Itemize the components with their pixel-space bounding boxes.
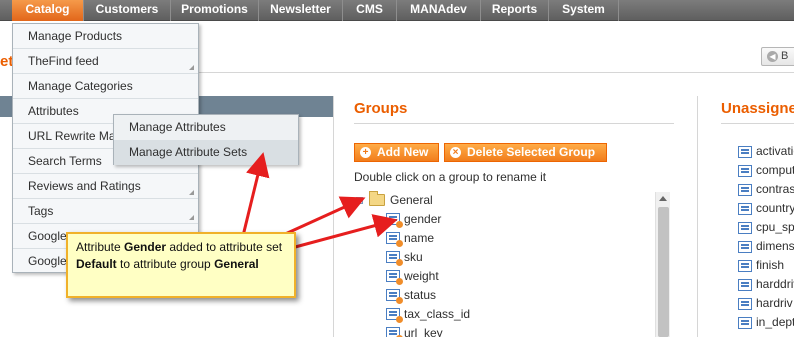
attribute-label: gender (404, 212, 442, 226)
add-new-group-button[interactable]: + Add New (354, 143, 439, 162)
plus-icon: + (360, 147, 371, 158)
nav-customers[interactable]: Customers (84, 0, 171, 21)
attribute-label: tax_class_id (404, 307, 471, 321)
back-button-label: B (781, 50, 789, 62)
nav-system[interactable]: System (549, 0, 619, 21)
unassigned-label: country (756, 201, 794, 215)
attribute-icon (386, 251, 403, 266)
attribute-icon (738, 222, 752, 234)
unassigned-label: finish (756, 258, 785, 272)
attribute-icon (386, 270, 403, 285)
rename-hint: Double click on a group to rename it (354, 170, 547, 184)
add-new-label: Add New (377, 145, 429, 159)
attribute-icon (738, 317, 752, 329)
submenu-arrow-icon (189, 215, 194, 220)
menu-item-label: TheFind feed (28, 54, 99, 68)
delete-icon: × (450, 147, 461, 158)
attribute-icon (738, 279, 752, 291)
callout-group: General (214, 257, 259, 271)
header-separator (198, 72, 794, 73)
attribute-label: status (404, 288, 437, 302)
back-arrow-icon: ◀ (767, 50, 778, 62)
groups-title: Groups (354, 100, 408, 117)
menu-item-reviews-ratings[interactable]: Reviews and Ratings (13, 174, 198, 199)
folder-icon (369, 191, 385, 206)
attribute-icon (386, 213, 403, 228)
nav-cms[interactable]: CMS (343, 0, 397, 21)
unassigned-label: cpu_sp (756, 220, 794, 234)
callout-attribute: Gender (124, 240, 167, 254)
delete-selected-group-button[interactable]: × Delete Selected Group (444, 143, 607, 162)
attribute-label: name (404, 231, 435, 245)
scroll-thumb[interactable] (658, 207, 669, 337)
attribute-group-tree: − General gender name sku weight status … (354, 189, 674, 337)
attribute-icon (738, 203, 752, 215)
unassigned-label: compute (756, 163, 794, 177)
unassigned-rule (721, 123, 794, 124)
nav-newsletter[interactable]: Newsletter (259, 0, 343, 21)
arrow-to-attribute-sets (240, 152, 270, 241)
scroll-up-icon[interactable] (659, 196, 667, 201)
unassigned-label: dimens (756, 239, 794, 253)
menu-item-label: Reviews and Ratings (28, 179, 141, 193)
attribute-icon (386, 327, 403, 337)
attribute-icon (738, 260, 752, 272)
nav-catalog[interactable]: Catalog (12, 0, 84, 21)
annotation-callout: Attribute Gender added to attribute set … (66, 232, 296, 298)
unassigned-label: in_dept (756, 315, 794, 329)
unassigned-title: Unassigne (721, 100, 794, 117)
group-label: General (390, 193, 433, 207)
menu-item-manage-categories[interactable]: Manage Categories (13, 74, 198, 99)
unassigned-label: contras (756, 182, 794, 196)
nav-manadev[interactable]: MANAdev (397, 0, 481, 21)
menu-item-tags[interactable]: Tags (13, 199, 198, 224)
attribute-icon (738, 165, 752, 177)
attribute-label: url_key (404, 326, 443, 337)
column-divider (333, 96, 334, 337)
column-divider (697, 96, 698, 337)
unassigned-label: hardriv (756, 296, 793, 310)
callout-text: to attribute group (116, 257, 215, 271)
attribute-icon (386, 308, 403, 323)
attribute-icon (738, 184, 752, 196)
submenu-item-manage-attribute-sets[interactable]: Manage Attribute Sets (114, 140, 298, 165)
unassigned-label: harddriv (756, 277, 794, 291)
submenu-arrow-icon (189, 190, 194, 195)
submenu-item-manage-attributes[interactable]: Manage Attributes (114, 115, 298, 140)
attribute-label: weight (404, 269, 439, 283)
attribute-icon (738, 298, 752, 310)
attribute-icon (386, 289, 403, 304)
callout-set: Default (76, 257, 117, 271)
callout-text: added to attribute set (166, 240, 283, 254)
delete-group-label: Delete Selected Group (467, 145, 596, 159)
submenu-arrow-icon (189, 65, 194, 70)
menu-item-label: Tags (28, 204, 54, 218)
top-navigation: Catalog Customers Promotions Newsletter … (0, 0, 794, 21)
nav-reports[interactable]: Reports (481, 0, 549, 21)
attribute-icon (386, 232, 403, 247)
collapse-icon[interactable]: − (356, 197, 363, 204)
callout-text: Attribute (76, 240, 125, 254)
nav-promotions[interactable]: Promotions (171, 0, 259, 21)
tree-scrollbar[interactable] (655, 192, 670, 337)
back-button[interactable]: ◀ B (761, 47, 794, 66)
attribute-icon (738, 146, 752, 158)
attribute-icon (738, 241, 752, 253)
groups-rule (354, 123, 674, 124)
attribute-label: sku (404, 250, 423, 264)
menu-item-manage-products[interactable]: Manage Products (13, 24, 198, 49)
menu-item-thefind-feed[interactable]: TheFind feed (13, 49, 198, 74)
unassigned-label: activatio (756, 144, 794, 158)
attributes-submenu: Manage Attributes Manage Attribute Sets (113, 114, 299, 165)
